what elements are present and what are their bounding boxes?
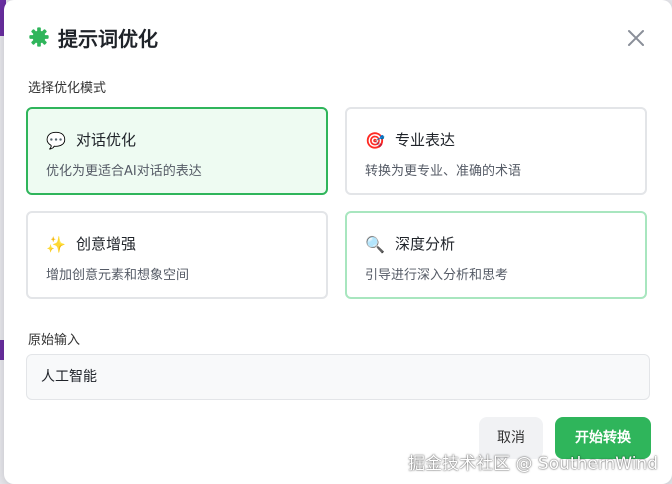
input-section-label: 原始输入 xyxy=(28,333,81,348)
prompt-optimize-dialog: 提示词优化 选择优化模式 💬 对话优化 优化为更适合AI对话的表达 🎯 专业表达… xyxy=(4,0,672,484)
speech-bubble-icon: 💬 xyxy=(46,131,66,150)
mode-card-professional[interactable]: 🎯 专业表达 转换为更专业、准确的术语 xyxy=(345,107,647,195)
mode-card-title: 创意增强 xyxy=(76,235,137,253)
dialog-title: 提示词优化 xyxy=(58,27,158,51)
target-icon: 🎯 xyxy=(365,131,385,150)
mode-card-creative[interactable]: ✨ 创意增强 增加创意元素和想象空间 xyxy=(26,211,328,299)
mode-card-analysis[interactable]: 🔍 深度分析 引导进行深入分析和思考 xyxy=(345,211,647,299)
mode-card-desc: 引导进行深入分析和思考 xyxy=(365,268,509,283)
mode-card-desc: 转换为更专业、准确的术语 xyxy=(365,164,522,179)
gear-icon xyxy=(29,27,49,47)
dialog-header: 提示词优化 xyxy=(28,22,648,56)
original-input-field[interactable]: 人工智能 xyxy=(26,354,650,400)
mode-card-title: 深度分析 xyxy=(395,235,456,253)
mode-card-title: 专业表达 xyxy=(395,131,456,149)
magnifier-icon: 🔍 xyxy=(365,235,385,254)
mode-card-desc: 优化为更适合AI对话的表达 xyxy=(46,164,202,179)
mode-card-title: 对话优化 xyxy=(76,131,137,149)
mode-section-label: 选择优化模式 xyxy=(28,81,107,96)
mode-card-chat[interactable]: 💬 对话优化 优化为更适合AI对话的表达 xyxy=(26,107,328,195)
close-icon[interactable] xyxy=(624,26,648,50)
watermark: 掘金技术社区 @ SouthernWind xyxy=(408,454,658,474)
sparkles-icon: ✨ xyxy=(46,235,66,254)
mode-card-desc: 增加创意元素和想象空间 xyxy=(46,268,190,283)
